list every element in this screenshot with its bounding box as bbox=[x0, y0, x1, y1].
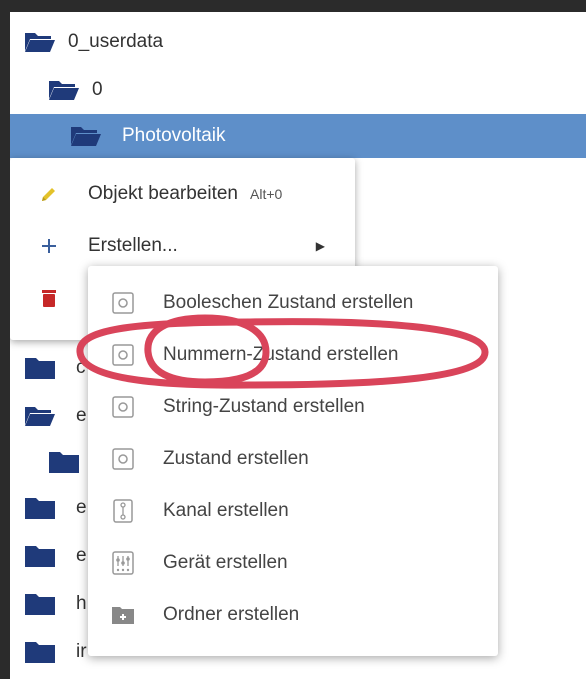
channel-icon bbox=[110, 499, 136, 523]
create-state-item[interactable]: Zustand erstellen bbox=[88, 433, 498, 485]
submenu-item-label: Nummern-Zustand erstellen bbox=[163, 344, 399, 365]
object-browser: 0_userdata 0 Photovoltaik c e e e h ir O… bbox=[10, 12, 586, 679]
folder-icon bbox=[24, 544, 56, 568]
tree-item-label: e bbox=[76, 545, 87, 566]
create-string-state-item[interactable]: String-Zustand erstellen bbox=[88, 381, 498, 433]
tree-item-label: Photovoltaik bbox=[122, 125, 226, 146]
folder-icon bbox=[48, 450, 80, 474]
tree-item-0-userdata[interactable]: 0_userdata bbox=[10, 20, 586, 64]
submenu-arrow-icon: ▶ bbox=[315, 239, 325, 253]
create-submenu: Booleschen Zustand erstellen Nummern-Zus… bbox=[88, 266, 498, 656]
state-icon bbox=[110, 292, 136, 314]
folder-icon bbox=[24, 496, 56, 520]
state-icon bbox=[110, 448, 136, 470]
tree-item-label: 0 bbox=[92, 79, 103, 100]
folder-open-icon bbox=[70, 124, 102, 148]
state-icon bbox=[110, 344, 136, 366]
create-device-item[interactable]: Gerät erstellen bbox=[88, 537, 498, 589]
tree-item-label: 0_userdata bbox=[68, 31, 164, 52]
state-icon bbox=[110, 396, 136, 418]
folder-open-icon bbox=[24, 30, 56, 54]
submenu-item-label: Booleschen Zustand erstellen bbox=[163, 292, 414, 313]
folder-icon bbox=[24, 640, 56, 664]
folder-icon bbox=[24, 356, 56, 380]
folder-icon bbox=[24, 592, 56, 616]
tree-item-0[interactable]: 0 bbox=[10, 68, 586, 112]
submenu-item-label: Gerät erstellen bbox=[163, 552, 288, 573]
create-boolean-state-item[interactable]: Booleschen Zustand erstellen bbox=[88, 277, 498, 329]
submenu-item-label: Ordner erstellen bbox=[163, 604, 300, 625]
plus-icon bbox=[36, 238, 62, 254]
tree-item-label: ir bbox=[76, 641, 87, 662]
tree-item-label: e bbox=[76, 405, 87, 426]
submenu-item-label: Zustand erstellen bbox=[163, 448, 309, 469]
device-icon bbox=[110, 551, 136, 575]
folder-open-icon bbox=[48, 78, 80, 102]
create-menu-item[interactable]: Erstellen... ▶ bbox=[10, 220, 355, 272]
folder-add-icon bbox=[110, 605, 136, 625]
create-channel-item[interactable]: Kanal erstellen bbox=[88, 485, 498, 537]
create-number-state-item[interactable]: Nummern-Zustand erstellen bbox=[88, 329, 498, 381]
tree-item-label: e bbox=[76, 497, 87, 518]
tree-item-label: c bbox=[76, 357, 86, 378]
edit-object-menu-item[interactable]: Objekt bearbeiten Alt+0 bbox=[10, 168, 355, 220]
folder-open-icon bbox=[24, 404, 56, 428]
create-folder-item[interactable]: Ordner erstellen bbox=[88, 589, 498, 641]
menu-item-label: Erstellen... bbox=[88, 235, 178, 256]
submenu-item-label: String-Zustand erstellen bbox=[163, 396, 365, 417]
menu-item-label: Objekt bearbeiten bbox=[88, 183, 238, 204]
tree-item-photovoltaik[interactable]: Photovoltaik bbox=[10, 114, 586, 158]
pencil-icon bbox=[36, 184, 62, 204]
trash-icon bbox=[36, 288, 62, 308]
shortcut-label: Alt+0 bbox=[250, 186, 283, 202]
tree-item-label: h bbox=[76, 593, 87, 614]
submenu-item-label: Kanal erstellen bbox=[163, 500, 289, 521]
